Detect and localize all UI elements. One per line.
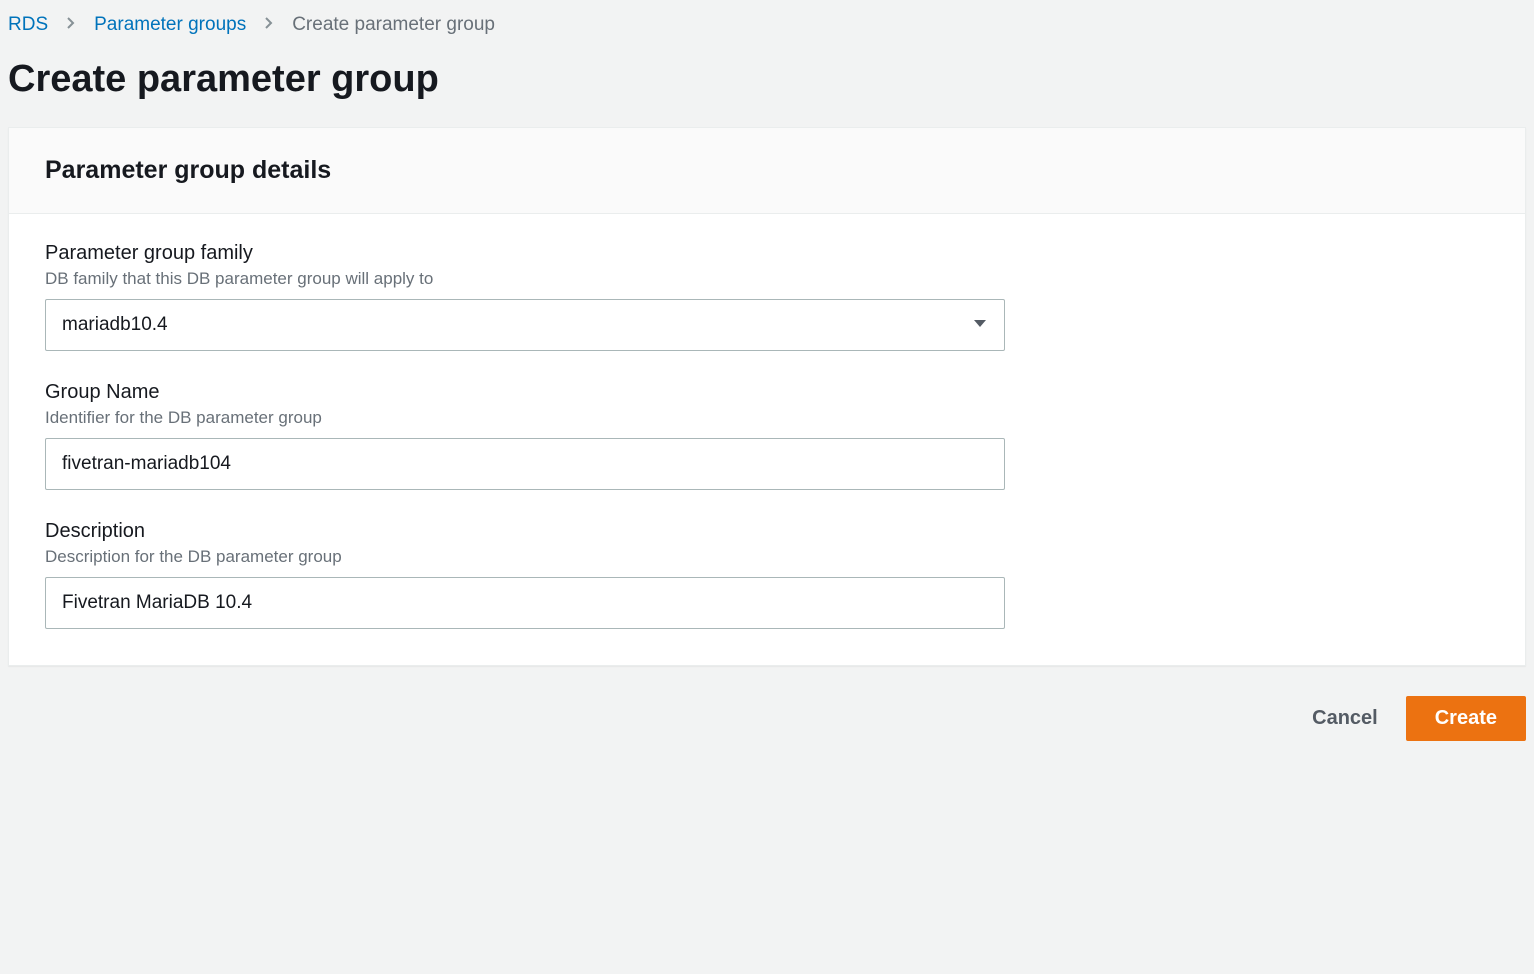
cancel-button[interactable]: Cancel: [1306, 697, 1384, 740]
field-group-name: Group Name Identifier for the DB paramet…: [45, 381, 1005, 490]
action-bar: Cancel Create: [0, 666, 1534, 771]
group-name-input[interactable]: [45, 438, 1005, 490]
breadcrumb-link-rds[interactable]: RDS: [8, 14, 48, 36]
family-label: Parameter group family: [45, 242, 1005, 265]
group-name-hint: Identifier for the DB parameter group: [45, 408, 1005, 428]
field-parameter-group-family: Parameter group family DB family that th…: [45, 242, 1005, 351]
description-hint: Description for the DB parameter group: [45, 547, 1005, 567]
parameter-group-details-panel: Parameter group details Parameter group …: [8, 127, 1526, 666]
breadcrumb: RDS Parameter groups Create parameter gr…: [0, 0, 1534, 44]
family-hint: DB family that this DB parameter group w…: [45, 269, 1005, 289]
description-label: Description: [45, 520, 1005, 543]
group-name-label: Group Name: [45, 381, 1005, 404]
panel-body: Parameter group family DB family that th…: [9, 214, 1525, 665]
page-title: Create parameter group: [0, 44, 1534, 127]
create-button[interactable]: Create: [1406, 696, 1526, 741]
chevron-right-icon: [264, 14, 274, 36]
family-select[interactable]: mariadb10.4: [45, 299, 1005, 351]
panel-header: Parameter group details: [9, 128, 1525, 214]
family-select-value: mariadb10.4: [62, 314, 168, 336]
field-description: Description Description for the DB param…: [45, 520, 1005, 629]
breadcrumb-link-parameter-groups[interactable]: Parameter groups: [94, 14, 246, 36]
family-select-wrapper: mariadb10.4: [45, 299, 1005, 351]
breadcrumb-current: Create parameter group: [292, 14, 495, 36]
panel-title: Parameter group details: [45, 156, 1489, 185]
description-input[interactable]: [45, 577, 1005, 629]
chevron-right-icon: [66, 14, 76, 36]
